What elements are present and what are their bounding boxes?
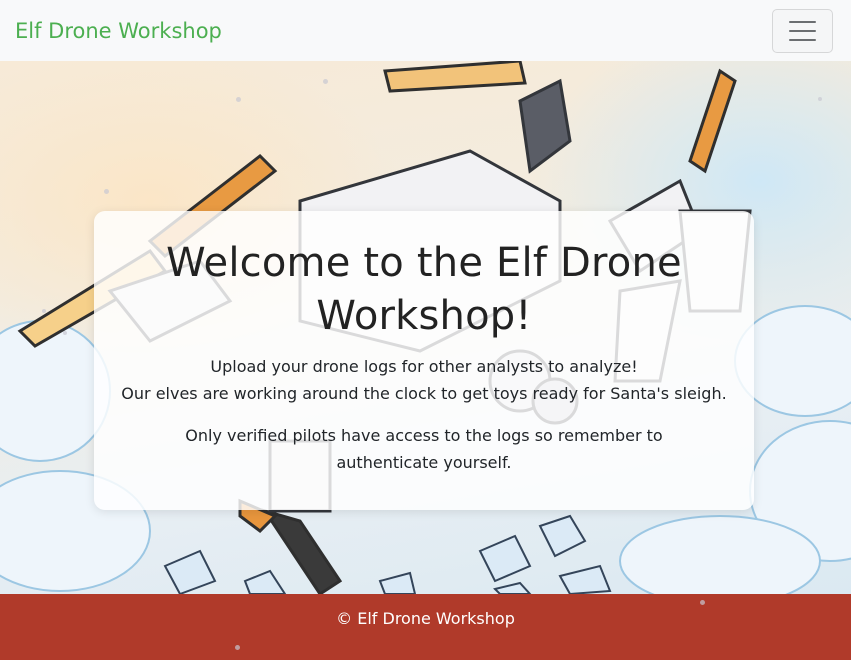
navbar-brand[interactable]: Elf Drone Workshop — [15, 19, 222, 43]
welcome-card: Welcome to the Elf Drone Workshop! Uploa… — [94, 211, 754, 510]
welcome-line-2: Our elves are working around the clock t… — [121, 384, 727, 403]
ice-chunks — [163, 514, 612, 594]
navbar-toggler-button[interactable] — [772, 8, 833, 53]
welcome-line-1: Upload your drone logs for other analyst… — [121, 357, 727, 403]
welcome-title: Welcome to the Elf Drone Workshop! — [166, 240, 682, 339]
navbar: Elf Drone Workshop — [0, 0, 851, 61]
footer-copyright: © Elf Drone Workshop — [336, 609, 515, 628]
hamburger-menu-icon — [789, 20, 816, 23]
hero-section: Welcome to the Elf Drone Workshop! Uploa… — [0, 61, 851, 594]
welcome-line-3: Only verified pilots have access to the … — [185, 426, 663, 472]
footer: © Elf Drone Workshop — [0, 594, 851, 660]
